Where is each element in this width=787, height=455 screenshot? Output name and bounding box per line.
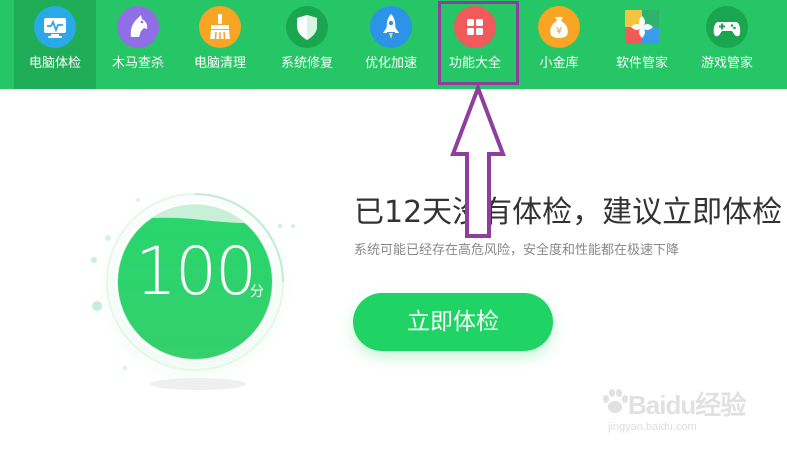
watermark: Baidu经验 jingyan.baidu.com: [600, 385, 770, 445]
nav-item-label: 电脑体检: [28, 56, 81, 71]
nav-item-label: 优化加速: [364, 56, 417, 71]
grid-icon: [454, 6, 496, 48]
top-nav-bar: 电脑体检 木马查杀 电脑清理 系统修复 优化加速 功能大全 ¥ 小金库 软件管家…: [0, 0, 787, 89]
nav-item-all-features[interactable]: 功能大全: [434, 0, 516, 89]
nav-item-game-manager[interactable]: 游戏管家: [686, 0, 768, 89]
health-score-unit: 分: [250, 284, 264, 300]
money-bag-icon: ¥: [538, 6, 580, 48]
shield-icon: [286, 6, 328, 48]
nav-item-software-manager[interactable]: 软件管家: [601, 0, 683, 89]
nav-item-label: 功能大全: [448, 56, 501, 71]
checkup-subline: 系统可能已经存在高危风险，安全度和性能都在极速下降: [354, 243, 680, 258]
nav-item-system-repair[interactable]: 系统修复: [266, 0, 348, 89]
start-checkup-button[interactable]: 立即体检: [353, 293, 553, 351]
checkup-headline: 已12天没有体检，建议立即体检！: [354, 195, 787, 230]
nav-item-pc-cleanup[interactable]: 电脑清理: [179, 0, 261, 89]
nav-item-optimize-speed[interactable]: 优化加速: [350, 0, 432, 89]
nav-item-pc-checkup[interactable]: 电脑体检: [14, 0, 96, 89]
health-score-gauge: 100 分: [80, 178, 310, 408]
nav-item-trojan-scan[interactable]: 木马查杀: [97, 0, 179, 89]
nav-item-label: 小金库: [539, 56, 579, 71]
paw-logo-icon: [603, 389, 628, 413]
nav-item-label: 系统修复: [280, 56, 333, 71]
health-score-value: 100: [135, 233, 257, 310]
monitor-icon: [34, 6, 76, 48]
nav-item-label: 电脑清理: [193, 56, 246, 71]
annotation-up-arrow: [450, 84, 506, 238]
nav-item-small-vault[interactable]: ¥ 小金库: [518, 0, 600, 89]
nav-item-label: 软件管家: [615, 56, 668, 71]
broom-icon: [199, 6, 241, 48]
horse-icon: [117, 6, 159, 48]
rocket-icon: [370, 6, 412, 48]
nav-item-label: 木马查杀: [111, 56, 164, 71]
watermark-brand: Baidu经验: [628, 390, 746, 420]
watermark-url: jingyan.baidu.com: [608, 421, 697, 433]
nav-item-label: 游戏管家: [700, 56, 753, 71]
app-store-icon: [621, 6, 663, 48]
gamepad-icon: [706, 6, 748, 48]
svg-text:¥: ¥: [556, 26, 562, 37]
